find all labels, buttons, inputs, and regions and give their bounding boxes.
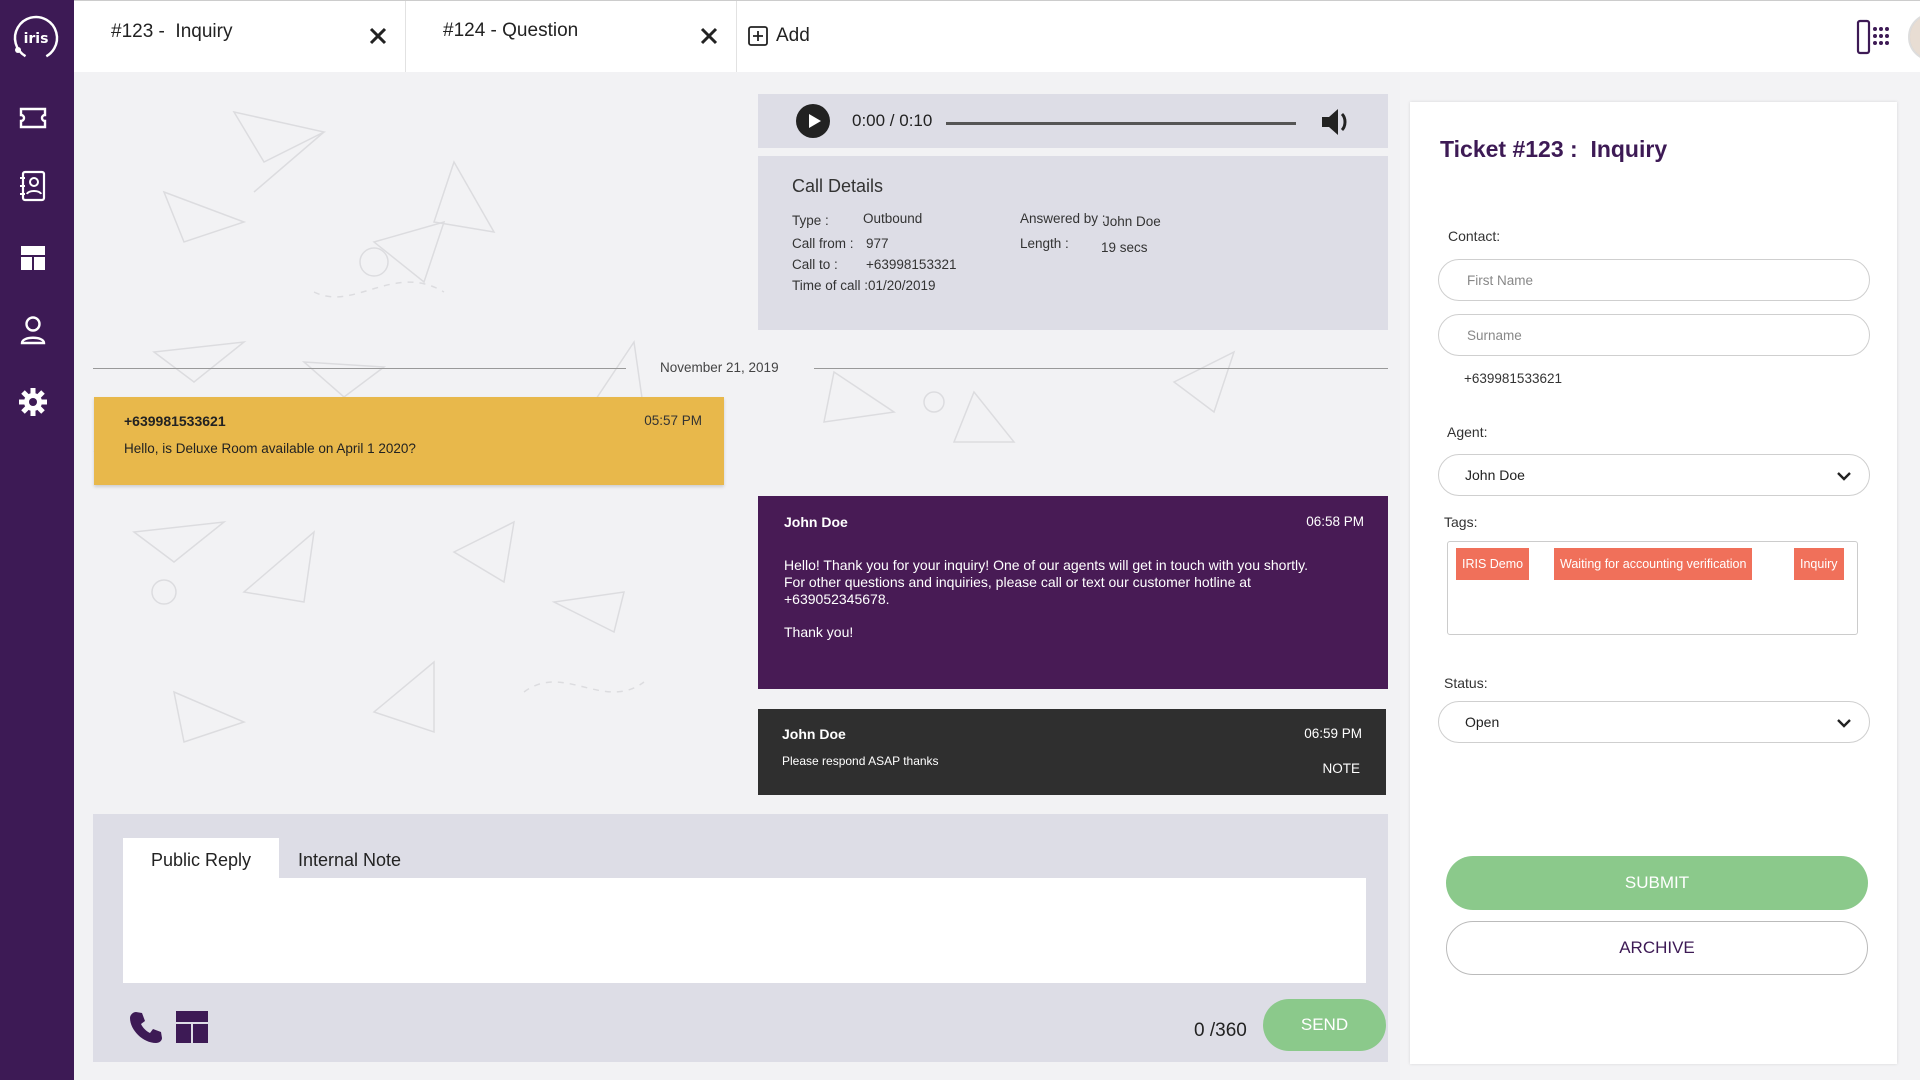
- add-tab-button[interactable]: Add: [748, 25, 810, 47]
- agent-label: Agent:: [1447, 424, 1488, 440]
- call-from-label: Call from :: [792, 236, 854, 251]
- outgoing-message: John Doe 06:58 PM Hello! Thank you for y…: [758, 496, 1388, 689]
- tab-public-reply[interactable]: Public Reply: [123, 838, 280, 878]
- plus-box-icon: [748, 26, 768, 46]
- type-label: Type :: [792, 213, 829, 228]
- avatar[interactable]: [1908, 13, 1920, 61]
- submit-button[interactable]: SUBMIT: [1446, 856, 1868, 910]
- logo-text: iris: [24, 31, 49, 47]
- template-icon[interactable]: [175, 1010, 209, 1044]
- message-body: Please respond ASAP thanks: [782, 754, 939, 768]
- status-value: Open: [1465, 714, 1500, 730]
- contacts-icon[interactable]: [15, 168, 51, 204]
- call-to-value: +63998153321: [866, 257, 957, 272]
- close-icon[interactable]: [367, 25, 389, 47]
- tag-chip[interactable]: Waiting for accounting verification: [1554, 548, 1753, 580]
- tag-chip[interactable]: IRIS Demo: [1456, 548, 1530, 580]
- message-sender: John Doe: [782, 726, 846, 742]
- user-icon[interactable]: [15, 312, 51, 348]
- reply-composer: Public Reply Internal Note 0 /360 SEND: [93, 814, 1388, 1062]
- audio-player: 0:00 / 0:10: [758, 94, 1388, 148]
- ticket-panel: Ticket #123 : Inquiry Contact: +63998153…: [1410, 102, 1897, 1064]
- tab-ticket-123[interactable]: #123 - Inquiry: [74, 1, 406, 73]
- call-details-card: Call Details Type : Outbound Call from :…: [758, 156, 1388, 330]
- contact-label: Contact:: [1448, 228, 1501, 244]
- conversation-area: 0:00 / 0:10 Call Details Type : Outbound…: [74, 72, 1400, 1080]
- message-time: 06:59 PM: [1304, 726, 1362, 741]
- tab-label: #123 - Inquiry: [111, 21, 233, 42]
- time-of-call-value: 01/20/2019: [868, 278, 936, 293]
- status-label: Status:: [1444, 675, 1488, 691]
- audio-time: 0:00 / 0:10: [852, 111, 933, 130]
- tab-internal-note[interactable]: Internal Note: [270, 838, 429, 878]
- iris-logo[interactable]: iris: [12, 14, 60, 62]
- dashboard-icon[interactable]: [15, 240, 51, 276]
- message-sender: +639981533621: [124, 413, 226, 429]
- incoming-message: +639981533621 05:57 PM Hello, is Deluxe …: [94, 397, 724, 485]
- message-paragraph: Hello! Thank you for your inquiry! One o…: [784, 557, 1308, 607]
- tag-chip[interactable]: Inquiry: [1794, 548, 1844, 580]
- play-button[interactable]: [796, 104, 830, 138]
- call-from-value: 977: [866, 236, 889, 251]
- length-label: Length :: [1020, 236, 1069, 251]
- add-tab-label: Add: [776, 25, 810, 46]
- message-body: Hello! Thank you for your inquiry! One o…: [784, 557, 1324, 657]
- tab-label: #124 - Question: [443, 20, 579, 41]
- sidebar: iris: [0, 0, 74, 1080]
- message-sender: John Doe: [784, 514, 848, 530]
- answered-by-value: John Doe: [1103, 214, 1161, 229]
- message-body: Hello, is Deluxe Room available on April…: [124, 441, 416, 456]
- message-paragraph: Thank you!: [784, 624, 854, 640]
- type-value: Outbound: [863, 211, 923, 226]
- surname-field[interactable]: [1438, 314, 1870, 356]
- ticket-icon[interactable]: [15, 100, 51, 136]
- chevron-down-icon: [1837, 472, 1851, 481]
- time-of-call-label: Time of call :: [792, 278, 869, 293]
- volume-icon[interactable]: [1320, 106, 1352, 138]
- audio-progress-bar[interactable]: [946, 122, 1296, 125]
- phone-icon[interactable]: [129, 1010, 163, 1044]
- dialpad-icon[interactable]: [1856, 19, 1892, 55]
- send-button[interactable]: SEND: [1263, 999, 1386, 1051]
- length-value: 19 secs: [1101, 240, 1148, 255]
- close-icon[interactable]: [698, 25, 720, 47]
- status-select[interactable]: Open: [1438, 701, 1870, 743]
- tags-box[interactable]: IRIS Demo Waiting for accounting verific…: [1447, 541, 1858, 635]
- agent-value: John Doe: [1465, 467, 1525, 483]
- call-to-label: Call to :: [792, 257, 838, 272]
- date-divider: November 21, 2019: [660, 360, 779, 375]
- divider-line-right: [814, 368, 1388, 369]
- note-badge: NOTE: [1322, 761, 1360, 776]
- divider-line-left: [93, 368, 626, 369]
- character-count: 0 /360: [1194, 1020, 1247, 1041]
- archive-button[interactable]: ARCHIVE: [1446, 921, 1868, 975]
- chevron-down-icon: [1837, 719, 1851, 728]
- internal-note-message: John Doe 06:59 PM Please respond ASAP th…: [758, 709, 1386, 795]
- agent-select[interactable]: John Doe: [1438, 454, 1870, 496]
- tab-ticket-124[interactable]: #124 - Question: [406, 1, 737, 73]
- tags-label: Tags:: [1444, 514, 1478, 530]
- contact-phone: +639981533621: [1464, 371, 1562, 386]
- first-name-field[interactable]: [1438, 259, 1870, 301]
- reply-input[interactable]: [123, 878, 1366, 983]
- call-details-title: Call Details: [792, 176, 884, 196]
- settings-icon[interactable]: [15, 384, 51, 420]
- top-bar: #123 - Inquiry #124 - Question Add: [74, 0, 1920, 73]
- ticket-title: Ticket #123 : Inquiry: [1440, 136, 1668, 162]
- message-time: 05:57 PM: [644, 413, 702, 428]
- answered-by-label: Answered by :: [1020, 211, 1106, 226]
- message-time: 06:58 PM: [1306, 514, 1364, 529]
